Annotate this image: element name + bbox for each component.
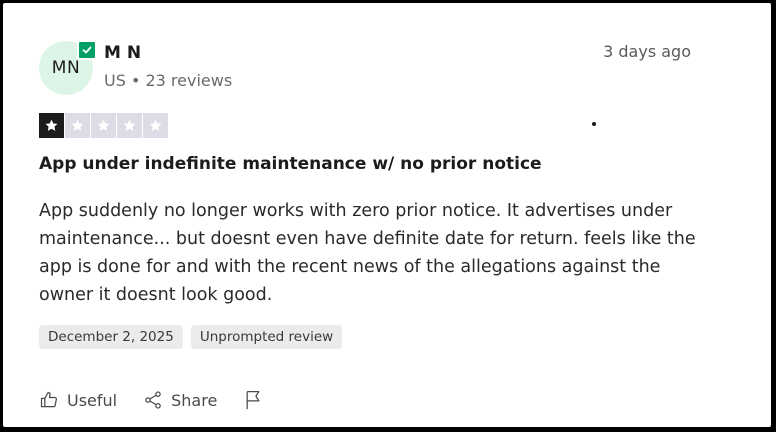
review-card: MN M N US • 23 reviews 3 days ago App un…: [3, 3, 771, 427]
share-label: Share: [171, 390, 218, 410]
review-type-tag[interactable]: Unprompted review: [190, 325, 343, 349]
share-icon: [143, 390, 163, 410]
star-icon-empty: [143, 113, 168, 138]
star-icon-filled: [39, 113, 64, 138]
useful-button[interactable]: Useful: [39, 390, 117, 410]
report-button[interactable]: [243, 389, 263, 411]
star-rating: [39, 113, 168, 138]
thumbs-up-icon: [39, 390, 59, 410]
useful-label: Useful: [67, 390, 118, 410]
cursor-dot: [592, 122, 596, 126]
star-icon-empty: [65, 113, 90, 138]
review-title[interactable]: App under indefinite maintenance w/ no p…: [39, 154, 542, 174]
star-icon-empty: [91, 113, 116, 138]
reviewer-meta: US • 23 reviews: [104, 71, 233, 90]
review-actions: Useful Share: [39, 389, 263, 411]
share-button[interactable]: Share: [143, 390, 217, 410]
star-icon-empty: [117, 113, 142, 138]
avatar-initials: MN: [51, 58, 81, 78]
review-age: 3 days ago: [603, 42, 691, 61]
review-date-tag: December 2, 2025: [39, 325, 183, 349]
verified-check-icon: [77, 40, 97, 60]
reviewer-name[interactable]: M N: [104, 43, 141, 63]
review-body: App suddenly no longer works with zero p…: [39, 201, 696, 305]
review-tags: December 2, 2025 Unprompted review: [39, 325, 343, 349]
flag-icon: [243, 389, 263, 411]
